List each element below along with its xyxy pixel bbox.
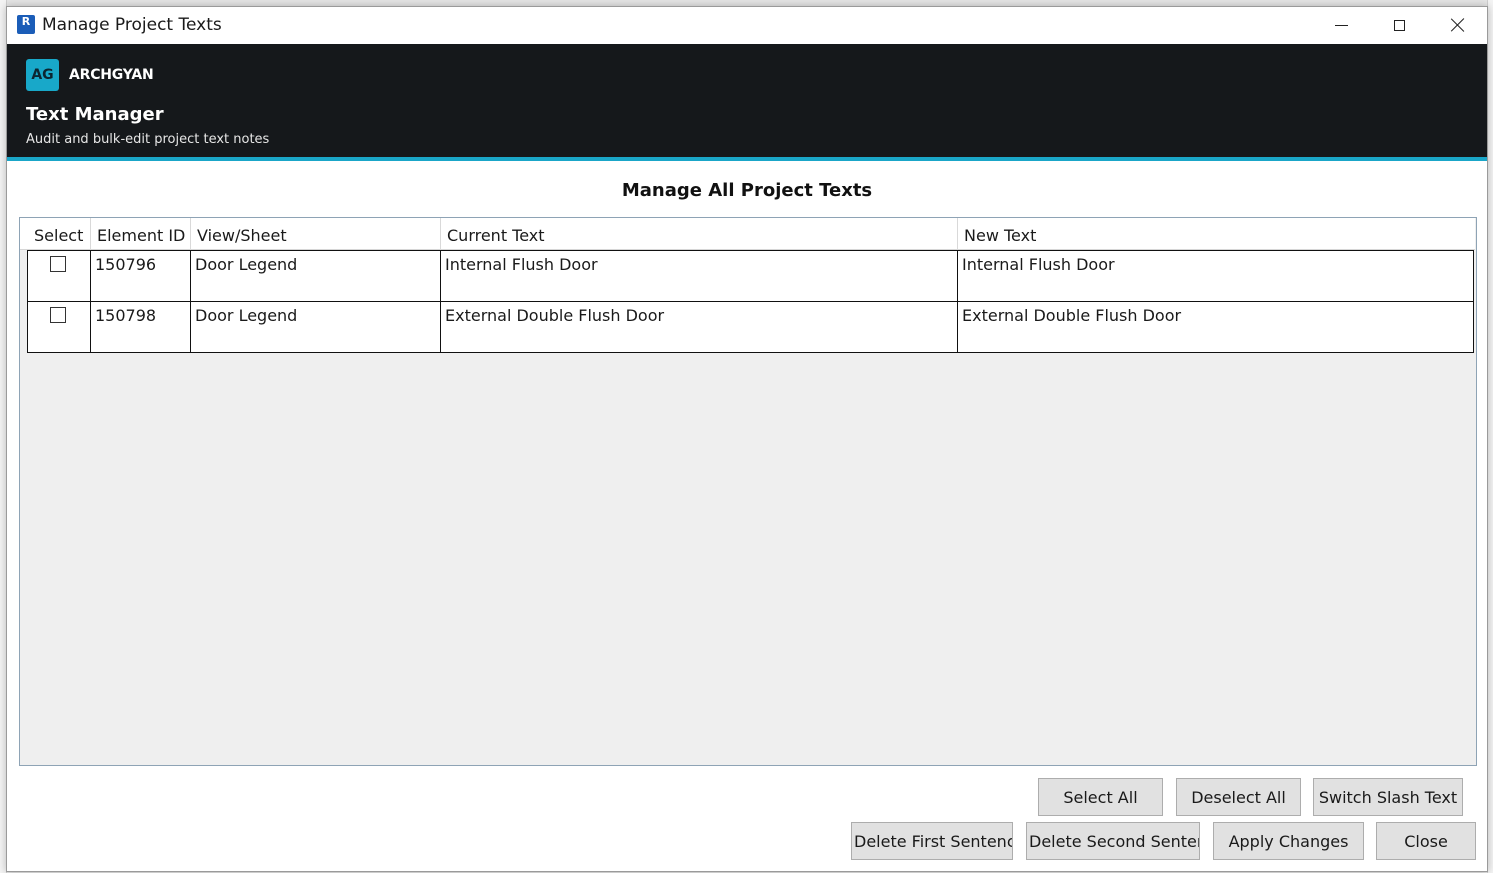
apply-changes-button[interactable]: Apply Changes (1213, 822, 1364, 860)
brand-name: ARCHGYAN (69, 67, 154, 83)
maximize-icon (1393, 19, 1405, 31)
deselect-all-button[interactable]: Deselect All (1176, 778, 1301, 816)
current-text-cell: Internal Flush Door (441, 251, 958, 301)
table-row[interactable]: 150796 Door Legend Internal Flush Door I… (27, 250, 1474, 302)
column-header-current-text[interactable]: Current Text (441, 218, 958, 250)
delete-second-sentence-button[interactable]: Delete Second Sentence (1026, 822, 1200, 860)
grid-header: Select Element ID View/Sheet Current Tex… (20, 218, 1475, 250)
select-cell[interactable] (28, 251, 91, 301)
revit-app-icon: R (17, 15, 35, 34)
row-select-checkbox[interactable] (50, 307, 66, 323)
element-id-cell: 150798 (91, 302, 191, 352)
maximize-button[interactable] (1370, 7, 1428, 43)
current-text-cell: External Double Flush Door (441, 302, 958, 352)
element-id-cell: 150796 (91, 251, 191, 301)
minimize-button[interactable] (1312, 7, 1370, 43)
manage-project-texts-window: R Manage Project Texts AG ARCHGYAN Text … (6, 6, 1488, 872)
view-sheet-cell: Door Legend (191, 251, 441, 301)
close-button[interactable]: Close (1376, 822, 1476, 860)
close-icon (1451, 18, 1465, 32)
column-header-select[interactable]: Select (20, 218, 91, 250)
window-close-button[interactable] (1429, 7, 1487, 43)
texts-data-grid[interactable]: Select Element ID View/Sheet Current Tex… (19, 217, 1477, 766)
select-all-button[interactable]: Select All (1038, 778, 1163, 816)
switch-slash-text-button[interactable]: Switch Slash Text (1313, 778, 1463, 816)
delete-first-sentence-button[interactable]: Delete First Sentence (851, 822, 1013, 860)
app-icon-letter: R (21, 15, 31, 28)
banner-subtitle: Audit and bulk-edit project text notes (26, 132, 270, 147)
new-text-cell[interactable]: External Double Flush Door (958, 302, 1473, 352)
banner-title: Text Manager (26, 104, 164, 125)
window-title: Manage Project Texts (42, 15, 222, 35)
header-banner: AG ARCHGYAN Text Manager Audit and bulk-… (7, 44, 1487, 161)
select-cell[interactable] (28, 302, 91, 352)
title-bar[interactable]: R Manage Project Texts (7, 7, 1487, 44)
new-text-cell[interactable]: Internal Flush Door (958, 251, 1473, 301)
view-sheet-cell: Door Legend (191, 302, 441, 352)
section-title: Manage All Project Texts (621, 180, 873, 201)
row-select-checkbox[interactable] (50, 256, 66, 272)
brand-badge: AG (26, 59, 59, 91)
table-row[interactable]: 150798 Door Legend External Double Flush… (27, 302, 1474, 353)
minimize-icon (1334, 24, 1348, 26)
column-header-element-id[interactable]: Element ID (91, 218, 191, 250)
column-header-view-sheet[interactable]: View/Sheet (191, 218, 441, 250)
column-header-new-text[interactable]: New Text (958, 218, 1475, 250)
